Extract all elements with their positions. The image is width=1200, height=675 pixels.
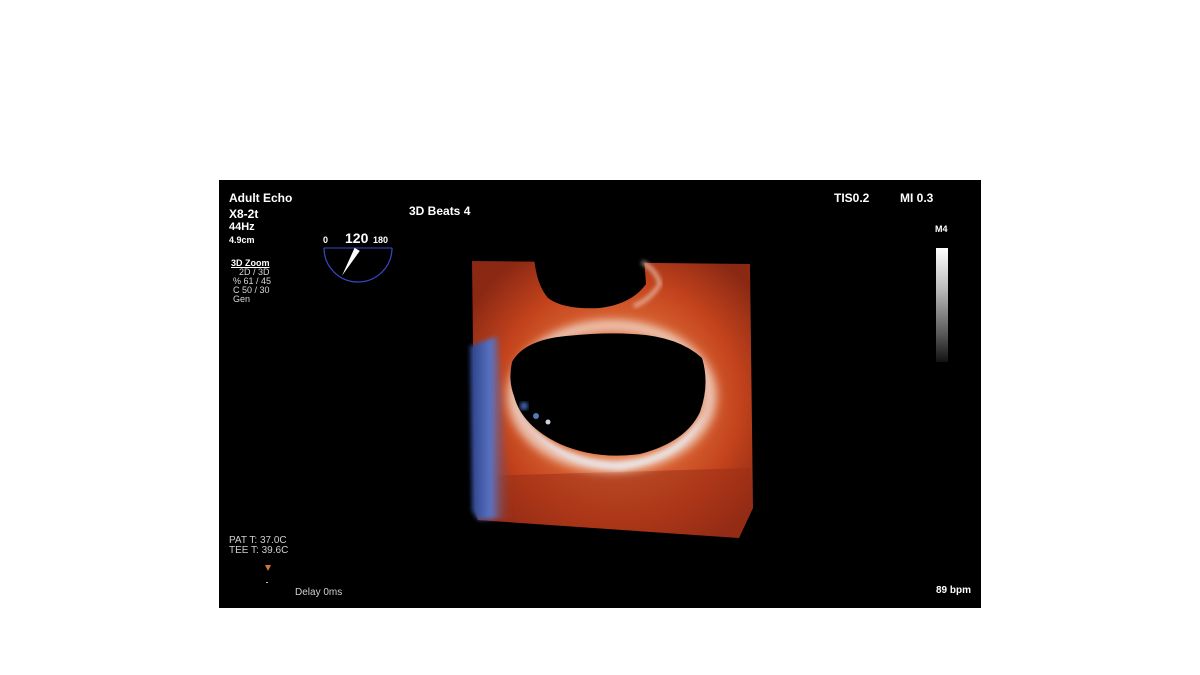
tis-label: TIS0.2 [834,191,870,205]
mi-label: MI 0.3 [900,191,934,205]
ultrasound-screen: Adult Echo X8-2t 44Hz 4.9cm 3D Zoom 2D /… [219,180,981,608]
angle-indicator: 0 120 180 [319,230,399,284]
probe-label: X8-2t [229,207,259,221]
depth-label: 4.9cm [229,235,255,245]
angle-needle [342,247,360,276]
grayscale-bar [936,248,948,362]
tee-temp-label: TEE T: 39.6C [229,545,289,556]
mode-settings: 3D Zoom 2D / 3D % 61 / 45 C 50 / 30 Gen [231,259,271,304]
ecg-tick [266,582,268,583]
volume-render-image [470,256,753,538]
heart-rate-label: 89 bpm [936,585,972,596]
mode-line-4: Gen [233,294,251,304]
beats-label: 3D Beats 4 [409,204,471,218]
preset-label: Adult Echo [229,191,293,205]
frame-rate-label: 44Hz [229,221,255,233]
grayscale-map-label: M4 [935,224,948,234]
delay-label: Delay 0ms [295,587,343,598]
angle-arc-icon [323,247,393,283]
ecg-marker-icon [265,565,271,571]
